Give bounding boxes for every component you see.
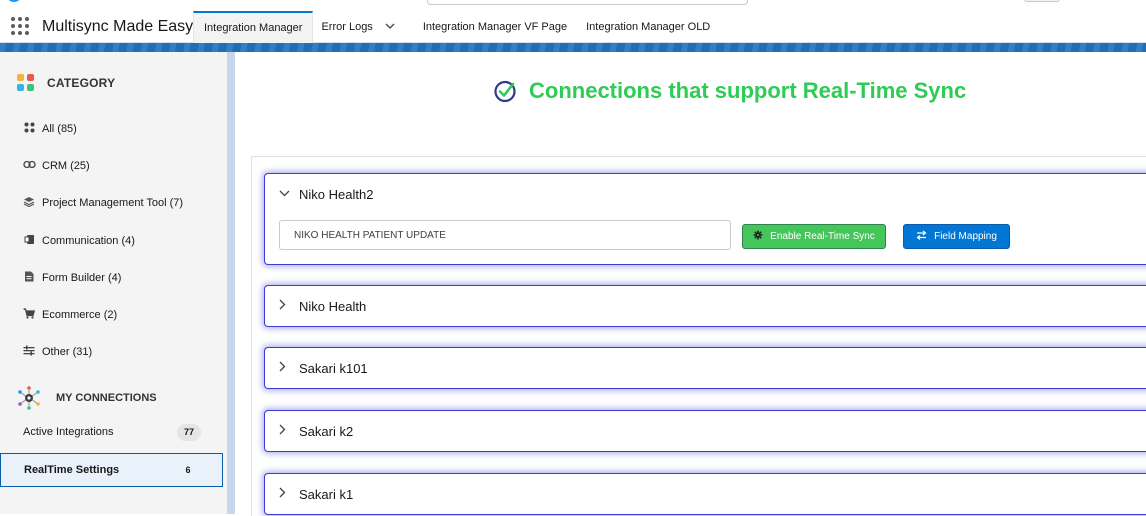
sidebar-item-label: CRM (25) [42,159,90,172]
filter-icon [22,345,36,359]
sidebar-item-label: Active Integrations [23,426,114,438]
nav-tabs: Integration Manager Error Logs Integrati… [193,11,720,43]
sidebar-item-project-management[interactable]: Project Management Tool (7) [22,185,183,222]
card-header[interactable]: Sakari k1 [279,474,353,514]
count-badge: 77 [177,423,201,441]
grid-icon [22,122,36,136]
card-header[interactable]: Sakari k101 [279,348,368,388]
category-list: All (85) CRM (25) Project Management Too… [22,110,183,371]
sidebar-item-label: Ecommerce (2) [42,309,118,322]
card-header[interactable]: Sakari k2 [279,411,353,451]
header-action-button[interactable] [1024,0,1060,2]
chat-icon [22,234,36,248]
form-icon [22,271,36,285]
page-title: Connections that support Real-Time Sync [529,78,967,103]
app-name: Multisync Made Easy [42,18,194,35]
chevron-down-icon[interactable] [385,22,395,33]
logo-icon [6,0,22,3]
sidebar-item-active-integrations[interactable]: Active Integrations 77 [0,415,223,449]
header-band [0,43,1146,52]
sidebar-item-label: Communication (4) [42,234,135,247]
global-header: Multisync Made Easy Integration Manager … [0,0,1146,43]
card-title: Niko Health [299,298,367,314]
sidebar-item-crm[interactable]: CRM (25) [22,147,183,184]
connection-card: Niko Health [264,285,1146,327]
chevron-right-icon[interactable] [279,487,291,501]
connection-card: Niko Health2 NIKO HEALTH PATIENT UPDATE … [264,173,1146,265]
enable-realtime-sync-button[interactable]: Enable Real-Time Sync [742,224,886,249]
sidebar-item-label: Form Builder (4) [42,271,122,284]
tab-label: Integration Manager OLD [586,21,711,33]
button-label: Field Mapping [934,231,997,242]
app-launcher-icon[interactable] [11,17,29,35]
sidebar-item-label: RealTime Settings [24,464,120,476]
layers-icon [22,196,36,210]
category-header: CATEGORY [17,74,115,91]
connections-container: Niko Health2 NIKO HEALTH PATIENT UPDATE … [251,156,1146,516]
sidebar-item-all[interactable]: All (85) [22,110,183,147]
category-title: CATEGORY [47,75,116,90]
chevron-right-icon[interactable] [279,424,291,438]
chevron-down-icon[interactable] [279,188,291,200]
global-search-input[interactable] [427,0,748,5]
tab-integration-manager-old[interactable]: Integration Manager OLD [577,11,720,43]
swap-icon [916,230,927,243]
cart-icon [22,308,36,322]
sidebar-item-label: Other (31) [42,346,93,359]
tab-label: Integration Manager VF Page [422,21,568,33]
sidebar-item-realtime-settings[interactable]: RealTime Settings 6 [0,453,223,487]
tab-integration-manager-vf-page[interactable]: Integration Manager VF Page [405,11,577,43]
category-icon [17,74,34,91]
connection-card: Sakari k2 [264,410,1146,452]
field-mapping-button[interactable]: Field Mapping [903,224,1010,249]
button-label: Enable Real-Time Sync [770,231,875,242]
sidebar-divider [227,52,235,514]
chevron-right-icon[interactable] [279,299,291,313]
gear-icon [753,230,763,243]
integration-name-field[interactable]: NIKO HEALTH PATIENT UPDATE [279,220,731,250]
connection-card: Sakari k101 [264,347,1146,389]
card-title: Niko Health2 [299,186,374,202]
sidebar-item-label: All (85) [42,122,77,135]
sidebar-item-communication[interactable]: Communication (4) [22,222,183,259]
tab-label: Integration Manager [204,22,303,34]
connections-header: MY CONNECTIONS [16,386,157,410]
sidebar-item-ecommerce[interactable]: Ecommerce (2) [22,296,183,333]
card-header[interactable]: Niko Health [279,286,366,326]
chevron-right-icon[interactable] [279,361,291,375]
sidebar-item-form-builder[interactable]: Form Builder (4) [22,259,183,296]
connections-icon [16,386,42,410]
card-title: Sakari k1 [299,486,354,502]
main-content: Connections that support Real-Time Sync … [235,52,1146,516]
card-title: Sakari k2 [299,423,354,439]
sidebar-item-label: Project Management Tool (7) [42,197,184,210]
card-title: Sakari k101 [299,360,368,376]
tab-integration-manager[interactable]: Integration Manager [193,11,314,43]
sidebar-item-other[interactable]: Other (31) [22,334,183,371]
card-header[interactable]: Niko Health2 [279,174,373,214]
count-badge: 6 [185,465,191,475]
connections-title: MY CONNECTIONS [56,392,157,404]
tab-error-logs[interactable]: Error Logs [313,11,404,43]
page-heading: Connections that support Real-Time Sync [493,78,966,104]
check-circle-icon [493,79,517,103]
connection-card: Sakari k1 [264,473,1146,515]
link-icon [22,160,36,172]
sidebar: CATEGORY All (85) CRM (25) Project Manag… [0,52,227,514]
tab-label: Error Logs [321,21,373,33]
